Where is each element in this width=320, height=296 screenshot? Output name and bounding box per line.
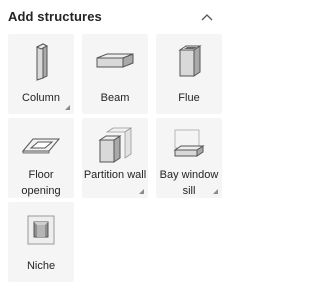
tile-label: Column <box>22 92 60 104</box>
tile-column[interactable]: Column <box>8 34 74 114</box>
tile-flue[interactable]: Flue <box>156 34 222 114</box>
floor-opening-icon <box>8 124 74 168</box>
tile-label: Bay window sill <box>159 169 219 197</box>
tile-floor-opening[interactable]: Floor opening <box>8 118 74 198</box>
collapse-button[interactable] <box>196 6 218 28</box>
tile-niche[interactable]: Niche <box>8 202 74 282</box>
add-structures-panel: Add structures Column Beam Flue Floor op… <box>0 0 224 296</box>
tile-label: Beam <box>100 92 130 104</box>
tile-bay-window-sill[interactable]: Bay window sill <box>156 118 222 198</box>
beam-icon <box>82 40 148 84</box>
tile-label: Partition wall <box>83 169 147 181</box>
tile-label: Niche <box>26 260 56 272</box>
tile-label: Flue <box>178 92 200 104</box>
tile-partition-wall[interactable]: Partition wall <box>82 118 148 198</box>
column-icon <box>8 40 74 84</box>
chevron-up-icon <box>201 14 213 21</box>
tile-label: Floor opening <box>21 169 61 197</box>
more-options-indicator <box>65 105 70 110</box>
bay-window-sill-icon <box>156 124 222 168</box>
flue-icon <box>156 40 222 84</box>
panel-header: Add structures <box>0 0 224 34</box>
niche-icon <box>8 208 74 252</box>
more-options-indicator <box>139 189 144 194</box>
more-options-indicator <box>213 189 218 194</box>
panel-title: Add structures <box>8 9 102 24</box>
tile-beam[interactable]: Beam <box>82 34 148 114</box>
partition-wall-icon <box>82 124 148 168</box>
